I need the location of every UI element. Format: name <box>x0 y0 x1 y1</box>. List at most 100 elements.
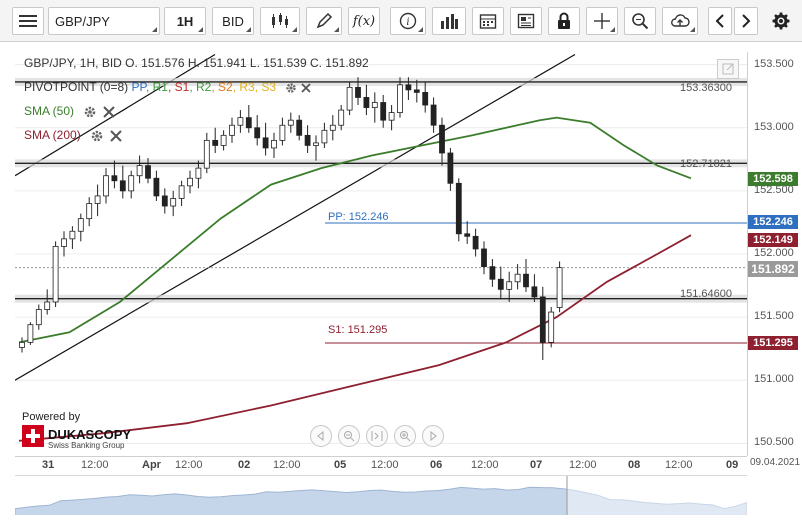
settings-button[interactable] <box>766 7 796 35</box>
candle-body <box>346 86 353 111</box>
powered-by: Powered by <box>22 411 81 423</box>
price-tick-label: 153.500 <box>754 57 794 70</box>
pivot-item-r3: , R3 <box>232 80 255 94</box>
scroll-right-button[interactable] <box>734 7 758 35</box>
price-side-select[interactable]: BID <box>212 7 254 35</box>
info-button[interactable]: i <box>390 7 426 35</box>
time-tick-label: 12:00 <box>371 459 399 471</box>
indicators-button[interactable]: f(x) <box>348 7 380 35</box>
time-axis[interactable]: 31 12:00 Apr 12:00 02 12:00 05 12:00 06 12:00 07 12… <box>15 456 747 474</box>
gear-icon[interactable] <box>85 106 96 118</box>
candle-body <box>355 86 361 98</box>
candle-body <box>497 278 504 290</box>
price-axis[interactable]: 153.500 153.000 152.500 152.000 151.500 151.0… <box>747 52 802 456</box>
candles-icon <box>272 13 288 28</box>
pivot-item-s3: , S3 <box>254 80 277 94</box>
pivot-name: PIVOTPOINT (0=8) <box>24 80 129 94</box>
menu-button[interactable] <box>12 7 44 35</box>
gear-icon[interactable] <box>91 130 103 142</box>
price-chart[interactable] <box>15 52 747 456</box>
time-tick-label: 05 <box>334 459 347 471</box>
zoom-icon <box>632 13 649 30</box>
pivot-items: PP, R1, S1, R2, S2, R3, S3 <box>131 80 276 94</box>
svg-text:i: i <box>406 17 409 28</box>
candles <box>19 77 563 361</box>
calendar-icon <box>479 14 497 29</box>
close-icon[interactable] <box>103 106 116 118</box>
candle-body <box>161 195 168 207</box>
candle-body <box>44 301 51 310</box>
candle-body <box>69 230 76 240</box>
time-tick-label: 12:00 <box>273 459 301 471</box>
draw-tool-button[interactable] <box>306 7 342 35</box>
price-tick-label: 152.000 <box>754 247 794 259</box>
level-label-low: 151.64600 <box>680 288 732 300</box>
sma200-line <box>18 234 692 442</box>
cloud-save-button[interactable] <box>662 7 698 35</box>
candle-body <box>321 129 328 144</box>
fit-button[interactable] <box>366 425 388 447</box>
crosshair-button[interactable] <box>586 7 618 35</box>
nav-forward-button[interactable] <box>422 425 444 447</box>
chart-nav-controls <box>310 425 444 447</box>
time-tick-label: 07 <box>530 459 543 471</box>
candle-body <box>103 175 109 197</box>
candle-body <box>304 134 311 146</box>
level-label-mid: 152.71821 <box>680 158 732 170</box>
lock-button[interactable] <box>548 7 580 35</box>
candle-body <box>363 97 370 108</box>
zoom-button[interactable] <box>624 7 656 35</box>
candle-body <box>111 175 118 182</box>
candle-body <box>455 182 462 235</box>
candle-body <box>229 124 235 136</box>
candle-body <box>27 324 34 343</box>
candle-body <box>380 102 387 121</box>
candle-body <box>422 92 429 106</box>
candle-body <box>405 84 412 91</box>
news-icon <box>517 13 535 29</box>
scroll-left-button[interactable] <box>708 7 732 35</box>
candle-body <box>447 152 454 184</box>
candle-body <box>287 119 294 126</box>
zoom-out-icon <box>344 431 355 442</box>
instrument-select[interactable]: GBP/JPY <box>48 7 160 35</box>
candle-body <box>145 165 151 179</box>
candle-body <box>279 124 286 141</box>
zoom-out-button[interactable] <box>338 425 360 447</box>
timeframe-select[interactable]: 1H <box>164 7 206 35</box>
gear-icon[interactable] <box>286 83 297 93</box>
zoom-in-button[interactable] <box>394 425 416 447</box>
close-icon[interactable] <box>110 130 122 142</box>
time-tick-label: 12:00 <box>81 459 109 471</box>
price-tick-label: 151.500 <box>754 310 794 323</box>
calendar-button[interactable] <box>472 7 504 35</box>
candle-body <box>523 273 529 288</box>
candle-body <box>136 165 143 177</box>
gear-icon <box>772 12 790 30</box>
candle-body <box>548 311 555 343</box>
candle-body <box>195 167 202 179</box>
navigator-strip[interactable] <box>15 475 747 515</box>
time-tick-label: 08 <box>628 459 641 471</box>
sma50-line <box>18 116 692 344</box>
brand-tagline: Swiss Banking Group <box>48 441 125 450</box>
candle-body <box>506 281 513 290</box>
candle-body <box>464 233 471 237</box>
price-tag: 152.598 <box>748 171 798 186</box>
candle-body <box>35 309 42 326</box>
time-tick-label: 12:00 <box>569 459 597 471</box>
level-label-top: 153.36300 <box>680 82 732 94</box>
nav-back-button[interactable] <box>310 425 332 447</box>
time-tick-label: 12:00 <box>665 459 693 471</box>
volume-button[interactable] <box>432 7 466 35</box>
time-tick-label: Apr <box>142 459 161 471</box>
fit-icon <box>371 431 383 441</box>
dukascopy-logo: DUKASCOPY Swiss Banking Group <box>22 424 132 450</box>
close-icon[interactable] <box>301 83 312 93</box>
chart-type-button[interactable] <box>260 7 300 35</box>
news-button[interactable] <box>510 7 542 35</box>
candle-body <box>338 109 345 126</box>
candle-body <box>296 119 303 136</box>
price-tag: 151.295 <box>748 336 798 350</box>
expand-button[interactable] <box>717 59 739 79</box>
